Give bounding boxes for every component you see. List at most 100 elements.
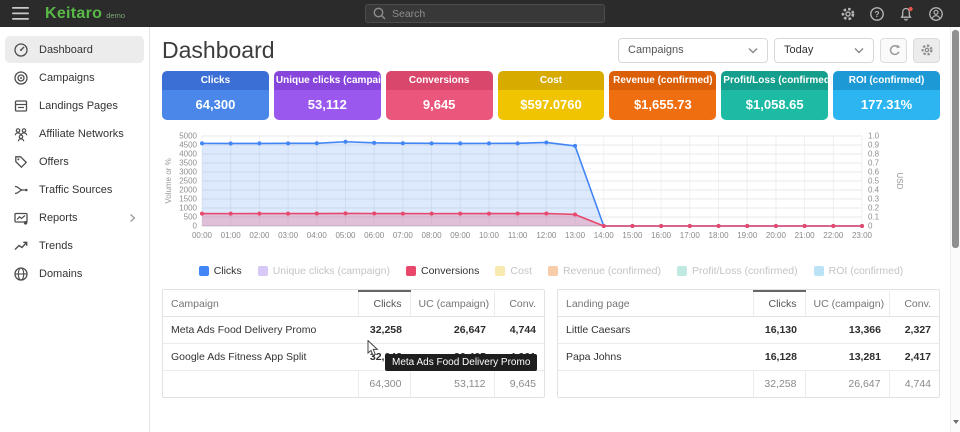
settings-gear-icon[interactable] bbox=[840, 6, 856, 22]
metric-value: $1,058.65 bbox=[721, 90, 828, 120]
sidebar-item-reports[interactable]: Reports bbox=[5, 204, 144, 231]
scroll-down-arrow-icon[interactable] bbox=[952, 412, 960, 430]
legend-item-clicks[interactable]: Clicks bbox=[199, 265, 242, 277]
legend-label: Cost bbox=[510, 265, 532, 277]
table-row[interactable]: Little Caesars16,13013,3662,327 bbox=[558, 317, 939, 344]
row-value-cell: 2,417 bbox=[889, 344, 939, 371]
column-header-uc-campaign[interactable]: UC (campaign) bbox=[410, 291, 494, 317]
user-account-icon[interactable] bbox=[928, 6, 944, 22]
svg-text:04:00: 04:00 bbox=[307, 231, 328, 240]
svg-text:3000: 3000 bbox=[179, 168, 197, 177]
column-header-landing-page[interactable]: Landing page bbox=[558, 291, 753, 317]
metric-value: 9,645 bbox=[386, 90, 493, 120]
svg-text:0.5: 0.5 bbox=[868, 177, 880, 186]
row-value-cell: 26,647 bbox=[410, 317, 494, 344]
metric-card-roi-confirmed[interactable]: ROI (confirmed)177.31% bbox=[833, 71, 940, 120]
column-header-clicks[interactable]: Clicks bbox=[358, 291, 410, 317]
page-title: Dashboard bbox=[162, 37, 275, 64]
dashboard-icon bbox=[13, 42, 29, 58]
legend-item-roi-confirmed[interactable]: ROI (confirmed) bbox=[814, 265, 904, 277]
row-value-cell: 16,128 bbox=[753, 344, 805, 371]
sidebar-item-landings-pages[interactable]: Landings Pages bbox=[5, 92, 144, 119]
column-header-conv[interactable]: Conv. bbox=[494, 291, 544, 317]
refresh-icon bbox=[887, 43, 901, 57]
chart-canvas: 0500100015002000250030003500400045005000… bbox=[162, 126, 940, 258]
date-range-select[interactable]: Today bbox=[774, 38, 874, 63]
sidebar-item-label: Traffic Sources bbox=[39, 184, 112, 196]
metric-card-cost[interactable]: Cost$597.0760 bbox=[498, 71, 605, 120]
svg-text:15:00: 15:00 bbox=[622, 231, 643, 240]
svg-text:USD: USD bbox=[895, 173, 904, 190]
column-header-conv[interactable]: Conv. bbox=[889, 291, 939, 317]
total-cell: 26,647 bbox=[805, 371, 889, 398]
help-icon[interactable]: ? bbox=[869, 6, 885, 22]
svg-text:18:00: 18:00 bbox=[709, 231, 730, 240]
metric-card-revenue-confirmed[interactable]: Revenue (confirmed)$1,655.73 bbox=[609, 71, 716, 120]
traffic-icon bbox=[13, 182, 29, 198]
logo-text: Keitaro bbox=[45, 5, 102, 23]
table-row[interactable]: Meta Ads Food Delivery Promo32,25826,647… bbox=[163, 317, 544, 344]
sidebar-item-dashboard[interactable]: Dashboard bbox=[5, 36, 144, 63]
menu-icon[interactable] bbox=[12, 7, 29, 20]
svg-text:22:00: 22:00 bbox=[823, 231, 844, 240]
legend-swatch bbox=[258, 266, 268, 276]
row-name-cell: Meta Ads Food Delivery Promo bbox=[163, 317, 358, 344]
legend-item-unique-clicks-campaign[interactable]: Unique clicks (campaign) bbox=[258, 265, 390, 277]
notifications-bell-icon[interactable] bbox=[898, 6, 915, 22]
svg-text:0: 0 bbox=[193, 222, 198, 231]
scrollbar[interactable] bbox=[950, 27, 960, 432]
column-header-clicks[interactable]: Clicks bbox=[753, 291, 805, 317]
column-header-uc-campaign[interactable]: UC (campaign) bbox=[805, 291, 889, 317]
total-cell: 9,645 bbox=[494, 371, 544, 398]
legend-item-revenue-confirmed[interactable]: Revenue (confirmed) bbox=[548, 265, 661, 277]
metric-value: 177.31% bbox=[833, 90, 940, 120]
svg-text:01:00: 01:00 bbox=[221, 231, 242, 240]
svg-text:0.2: 0.2 bbox=[868, 204, 880, 213]
affiliate-icon bbox=[13, 126, 29, 142]
svg-text:06:00: 06:00 bbox=[364, 231, 385, 240]
metric-card-conversions[interactable]: Conversions9,645 bbox=[386, 71, 493, 120]
sidebar-item-label: Dashboard bbox=[39, 44, 93, 56]
metric-card-clicks[interactable]: Clicks64,300 bbox=[162, 71, 269, 120]
row-name-cell: Little Caesars bbox=[558, 317, 753, 344]
sidebar-item-traffic-sources[interactable]: Traffic Sources bbox=[5, 176, 144, 203]
metric-card-profit-loss-confirmed[interactable]: Profit/Loss (confirmed)$1,058.65 bbox=[721, 71, 828, 120]
total-cell bbox=[558, 371, 753, 398]
legend-item-cost[interactable]: Cost bbox=[495, 265, 532, 277]
dashboard-settings-button[interactable] bbox=[913, 38, 940, 63]
metric-label: ROI (confirmed) bbox=[833, 71, 940, 90]
sidebar-item-campaigns[interactable]: Campaigns bbox=[5, 64, 144, 91]
svg-text:13:00: 13:00 bbox=[565, 231, 586, 240]
svg-text:02:00: 02:00 bbox=[249, 231, 270, 240]
table-row[interactable]: Papa Johns16,12813,2812,417 bbox=[558, 344, 939, 371]
reports-icon bbox=[13, 210, 29, 226]
column-header-campaign[interactable]: Campaign bbox=[163, 291, 358, 317]
svg-text:11:00: 11:00 bbox=[508, 231, 528, 240]
sidebar-item-trends[interactable]: Trends bbox=[5, 232, 144, 259]
scrollbar-thumb[interactable] bbox=[952, 30, 959, 248]
metric-label: Profit/Loss (confirmed) bbox=[721, 71, 828, 90]
svg-text:5000: 5000 bbox=[179, 132, 197, 141]
metric-card-unique-clicks-campaign[interactable]: Unique clicks (campaign)53,112 bbox=[274, 71, 381, 120]
svg-text:0.3: 0.3 bbox=[868, 195, 880, 204]
mouse-cursor bbox=[367, 340, 381, 357]
row-value-cell: 32,258 bbox=[358, 317, 410, 344]
sidebar-item-offers[interactable]: Offers bbox=[5, 148, 144, 175]
metric-value: 64,300 bbox=[162, 90, 269, 120]
legend-item-conversions[interactable]: Conversions bbox=[406, 265, 479, 277]
svg-text:1000: 1000 bbox=[179, 204, 197, 213]
search-input[interactable] bbox=[392, 8, 597, 20]
svg-text:Volume or %: Volume or % bbox=[164, 158, 173, 203]
date-range-value: Today bbox=[784, 44, 813, 56]
legend-item-profit-loss-confirmed[interactable]: Profit/Loss (confirmed) bbox=[677, 265, 798, 277]
legend-label: Clicks bbox=[214, 265, 242, 277]
sidebar-item-domains[interactable]: Domains bbox=[5, 260, 144, 287]
svg-text:2500: 2500 bbox=[179, 177, 197, 186]
total-cell: 4,744 bbox=[889, 371, 939, 398]
metric-label: Unique clicks (campaign) bbox=[274, 71, 381, 90]
search-box[interactable] bbox=[365, 4, 605, 23]
sidebar-item-affiliate-networks[interactable]: Affiliate Networks bbox=[5, 120, 144, 147]
refresh-button[interactable] bbox=[880, 38, 907, 63]
campaigns-filter-select[interactable]: Campaigns bbox=[618, 38, 768, 63]
app-logo[interactable]: Keitaro demo bbox=[45, 5, 125, 23]
